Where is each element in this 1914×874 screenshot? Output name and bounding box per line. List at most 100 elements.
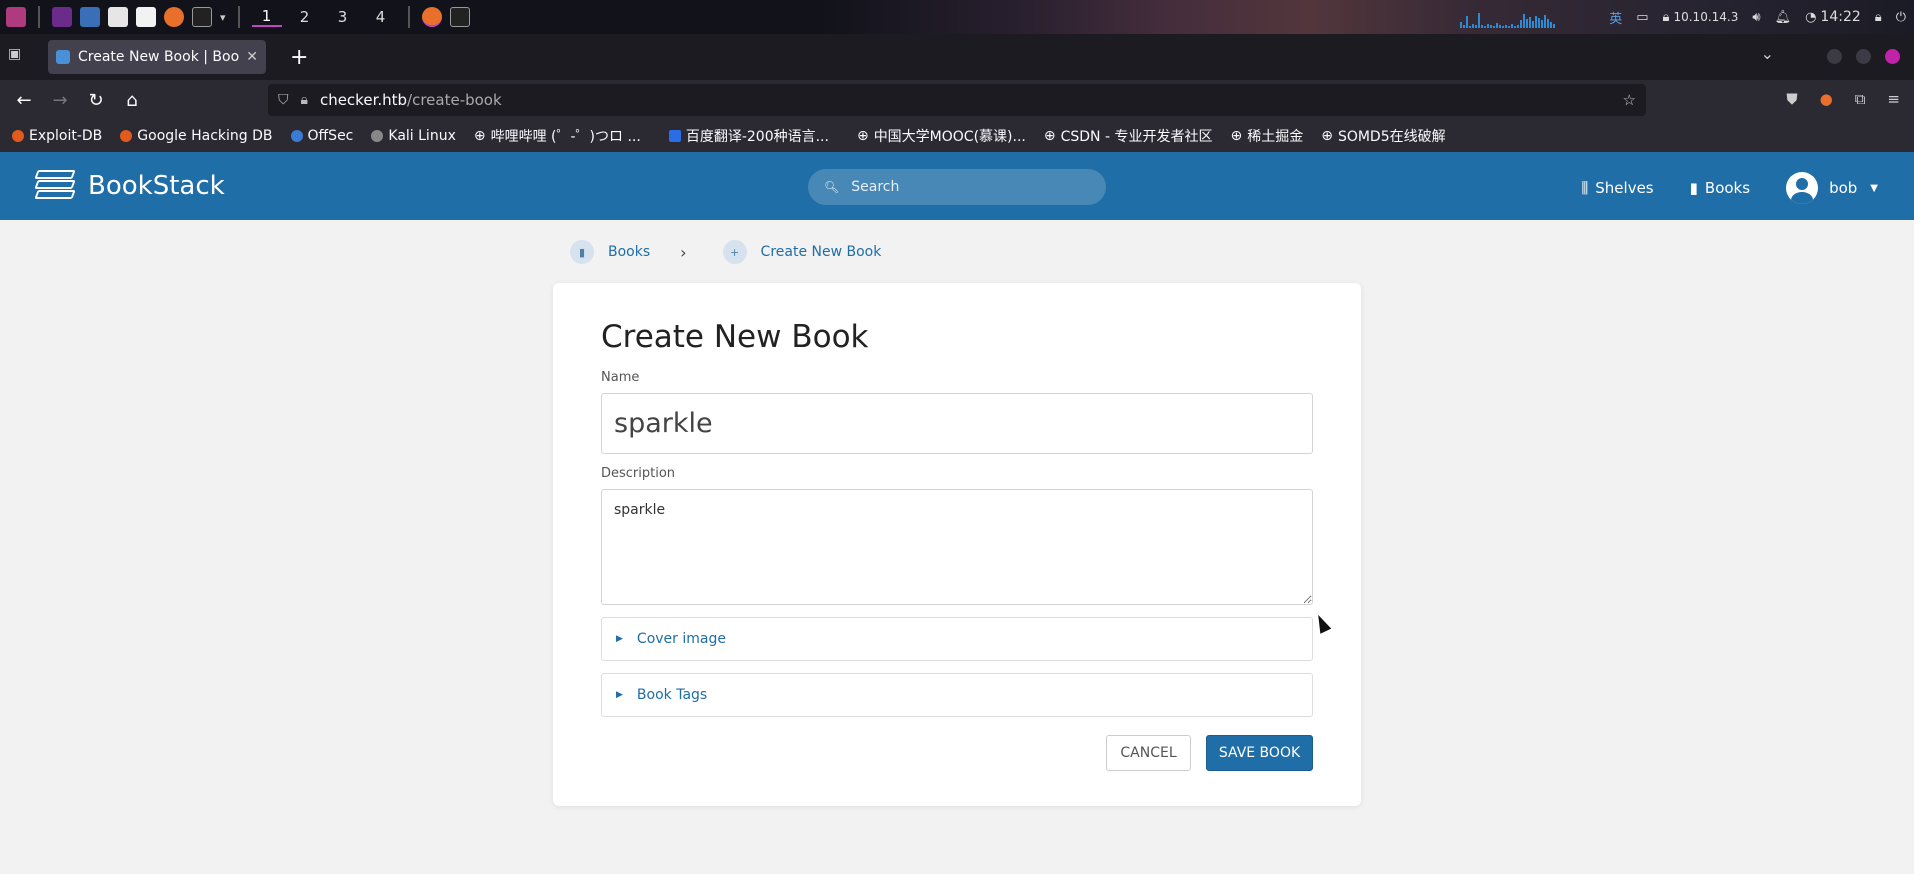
book-icon: ▮ xyxy=(570,240,594,264)
display-icon[interactable]: ▭ xyxy=(1636,10,1648,25)
globe-icon: ⊕ xyxy=(856,128,869,144)
chevron-down-icon[interactable]: ⌄ xyxy=(1761,44,1774,63)
url-host: checker.htb xyxy=(319,91,408,109)
book-tags-collapsible[interactable]: ▶ Book Tags xyxy=(601,673,1313,717)
kali-icon xyxy=(371,130,384,142)
chevron-down-icon[interactable]: ▾ xyxy=(220,11,226,24)
reload-icon[interactable]: ↻ xyxy=(78,90,114,111)
search-input[interactable]: 🔍︎ Search xyxy=(808,169,1106,205)
browser-tab-bar: ▣ Create New Book | BookStack ✕ + ⌄ xyxy=(0,34,1914,80)
volume-icon[interactable]: 🔊︎ xyxy=(1752,10,1760,25)
user-menu[interactable]: bob ▼ xyxy=(1786,172,1878,204)
lock-screen-icon[interactable]: 🔒︎ xyxy=(1875,10,1882,25)
header-nav: ⫼ Shelves ▮ Books bob ▼ xyxy=(1581,172,1878,204)
pocket-icon[interactable]: ⛊ xyxy=(1786,90,1797,108)
bookstack-logo-link[interactable]: BookStack xyxy=(34,168,225,204)
vpn-lock-icon[interactable]: 🔒︎ xyxy=(1663,10,1670,25)
os-launcher-area: ▾ 1 2 3 4 xyxy=(0,6,470,28)
bookmark-somd5[interactable]: ⊕ SOMD5在线破解 xyxy=(1321,126,1445,146)
globe-icon: ⊕ xyxy=(1321,128,1333,144)
user-name: bob xyxy=(1829,179,1858,197)
bookmark-baidu-fanyi[interactable]: 百度翻译-200种语言... xyxy=(668,126,829,146)
terminal-window-icon[interactable] xyxy=(449,7,470,27)
tab-list-icon[interactable]: ▣ xyxy=(8,46,28,66)
bookmark-juejin[interactable]: ⊕ 稀土掘金 xyxy=(1230,126,1303,146)
panel-separator xyxy=(237,6,240,28)
bookmark-offsec[interactable]: OffSec xyxy=(290,128,353,144)
panel-separator xyxy=(38,6,40,28)
shelves-icon: ⫼ xyxy=(1581,179,1589,197)
search-icon: 🔍︎ xyxy=(824,180,840,194)
kali-menu-icon[interactable] xyxy=(6,7,26,27)
book-name-input[interactable] xyxy=(601,393,1313,454)
maximize-window-icon[interactable] xyxy=(1856,49,1871,64)
breadcrumb-books-link[interactable]: Books xyxy=(608,244,650,260)
os-top-panel: ▾ 1 2 3 4 英 ▭ 🔒︎ 10.10.14.3 🔊︎ 🔔︎ ◔ 14:2… xyxy=(0,0,1914,34)
workspace-1[interactable]: 1 xyxy=(251,7,282,27)
vpn-ip-label: 10.10.14.3 xyxy=(1673,10,1739,24)
forward-arrow-icon[interactable]: → xyxy=(42,90,78,111)
book-description-textarea[interactable]: sparkle xyxy=(601,489,1313,605)
triangle-right-icon: ▶ xyxy=(616,634,623,644)
name-label: Name xyxy=(601,370,640,385)
page-title: Create New Book xyxy=(601,319,869,355)
baidu-translate-icon xyxy=(668,130,681,142)
workspace-3[interactable]: 3 xyxy=(328,8,358,26)
notification-bell-icon[interactable]: 🔔︎ xyxy=(1775,10,1792,25)
bookmark-exploit-db[interactable]: Exploit-DB xyxy=(12,128,102,144)
bookmark-google-hacking-db[interactable]: Google Hacking DB xyxy=(120,128,273,144)
terminal-launcher-icon[interactable] xyxy=(52,7,72,27)
close-window-icon[interactable] xyxy=(1885,49,1900,64)
breadcrumb: ▮ Books › + Create New Book xyxy=(570,240,881,264)
input-method-indicator[interactable]: 英 xyxy=(1609,8,1622,27)
firefox-window-icon[interactable] xyxy=(421,7,442,27)
tab-create-new-book[interactable]: Create New Book | BookStack ✕ xyxy=(48,40,266,74)
power-icon[interactable]: ⏻ xyxy=(1896,10,1906,25)
bookstack-header: BookStack 🔍︎ Search ⫼ Shelves ▮ Books bob … xyxy=(0,152,1914,220)
breadcrumb-current[interactable]: Create New Book xyxy=(761,244,882,260)
extensions-puzzle-icon[interactable]: ⧉ xyxy=(1855,90,1866,108)
bookmark-bilibili[interactable]: ⊕ 哔哩哔哩 (゜-゜)つロ ... xyxy=(474,126,641,146)
triangle-right-icon: ▶ xyxy=(616,690,623,700)
editor-launcher-icon[interactable] xyxy=(136,7,156,27)
nav-books-link[interactable]: ▮ Books xyxy=(1690,179,1750,197)
bookmark-kali-linux[interactable]: Kali Linux xyxy=(371,128,456,144)
workspace-4[interactable]: 4 xyxy=(366,8,396,26)
home-icon[interactable]: ⌂ xyxy=(114,90,150,111)
bookmark-icourse-mooc[interactable]: ⊕ 中国大学MOOC(慕课)... xyxy=(857,126,1026,146)
book-icon: ▮ xyxy=(1689,179,1698,197)
globe-icon: ⊕ xyxy=(1043,128,1056,144)
back-arrow-icon[interactable]: ← xyxy=(6,90,42,111)
window-controls xyxy=(1827,49,1900,64)
files-launcher-icon[interactable] xyxy=(108,7,128,27)
extension-fox-icon[interactable]: ● xyxy=(1820,90,1833,108)
bookstack-favicon-icon xyxy=(56,50,70,64)
description-label: Description xyxy=(601,466,676,481)
close-tab-icon[interactable]: ✕ xyxy=(246,49,258,65)
clock-icon: ◔ xyxy=(1805,9,1817,25)
bookmark-star-icon[interactable]: ☆ xyxy=(1623,91,1636,109)
bookmark-csdn[interactable]: ⊕ CSDN - 专业开发者社区 xyxy=(1044,126,1213,146)
nav-shelves-link[interactable]: ⫼ Shelves xyxy=(1581,179,1653,197)
cover-image-collapsible[interactable]: ▶ Cover image xyxy=(601,617,1313,661)
menu-hamburger-icon[interactable]: ≡ xyxy=(1887,90,1900,108)
clock-time[interactable]: 14:22 xyxy=(1820,9,1860,25)
firefox-launcher-icon[interactable] xyxy=(164,7,184,27)
minimize-window-icon[interactable] xyxy=(1827,49,1842,64)
workspace-2[interactable]: 2 xyxy=(290,8,320,26)
url-path: /create-book xyxy=(407,91,502,109)
save-book-button[interactable]: SAVE BOOK xyxy=(1206,735,1313,771)
exploit-db-icon xyxy=(12,130,24,142)
plus-icon: + xyxy=(722,240,747,264)
site-lock-icon[interactable]: 🔒︎ xyxy=(301,92,308,108)
tracking-shield-icon[interactable]: ⛉ xyxy=(278,92,289,108)
desktop-launcher-icon[interactable] xyxy=(80,7,100,27)
new-tab-icon[interactable]: + xyxy=(290,45,308,70)
url-bar[interactable]: ⛉ 🔒︎ checker.htb /create-book ☆ xyxy=(268,84,1646,116)
avatar xyxy=(1786,172,1819,204)
cancel-button[interactable]: CANCEL xyxy=(1106,735,1191,771)
panel-separator xyxy=(407,6,410,28)
console-launcher-icon[interactable] xyxy=(192,7,212,27)
system-tray: 英 ▭ 🔒︎ 10.10.14.3 🔊︎ 🔔︎ ◔ 14:22 🔒︎ ⏻ xyxy=(1460,0,1906,34)
create-book-card: Create New Book Name Description sparkle… xyxy=(553,283,1361,806)
